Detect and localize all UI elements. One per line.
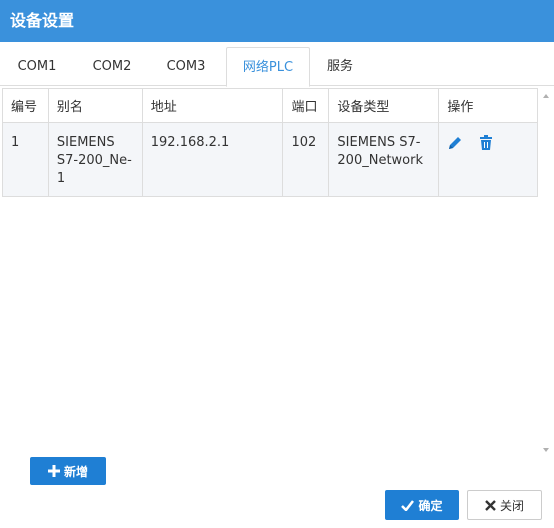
header-actions: 操作 [438, 88, 538, 123]
close-button[interactable]: 关闭 [467, 490, 542, 520]
cell-actions [438, 122, 538, 197]
close-icon [485, 499, 496, 511]
cell-device-type: SIEMENS S7-200_Network [328, 122, 440, 197]
header-id: 编号 [2, 88, 49, 123]
plus-icon [47, 465, 60, 477]
tab-bar: COM1 COM2 COM3 网络PLC 服务 [0, 47, 554, 87]
add-button[interactable]: 新增 [30, 457, 106, 485]
table-row[interactable]: 1 SIEMENS S7-200_Ne-1 192.168.2.1 102 SI… [2, 122, 538, 197]
cell-address: 192.168.2.1 [141, 122, 284, 197]
vertical-scrollbar[interactable] [540, 88, 552, 460]
scroll-down-arrow-icon[interactable] [543, 448, 549, 452]
tab-com2[interactable]: COM2 [82, 47, 142, 86]
close-button-label: 关闭 [499, 498, 524, 513]
add-button-label: 新增 [63, 464, 88, 479]
ok-button[interactable]: 确定 [385, 490, 459, 520]
device-table: 编号 别名 地址 端口 设备类型 操作 1 SIEMENS S7-200_Ne-… [2, 88, 538, 197]
cell-id: 1 [2, 122, 49, 197]
cell-alias: SIEMENS S7-200_Ne-1 [47, 122, 143, 197]
header-port: 端口 [282, 88, 330, 123]
cell-port: 102 [282, 122, 330, 197]
trash-icon[interactable] [479, 134, 497, 152]
tab-com1[interactable]: COM1 [7, 47, 67, 86]
tab-service[interactable]: 服务 [315, 47, 365, 86]
device-grid: 编号 别名 地址 端口 设备类型 操作 1 SIEMENS S7-200_Ne-… [2, 88, 552, 460]
pencil-icon[interactable] [447, 134, 465, 152]
tab-com3[interactable]: COM3 [156, 47, 216, 86]
header-device-type: 设备类型 [328, 88, 440, 123]
tab-network-plc[interactable]: 网络PLC [226, 47, 310, 87]
check-icon [401, 499, 415, 511]
header-address: 地址 [141, 88, 284, 123]
header-alias: 别名 [47, 88, 143, 123]
table-header-row: 编号 别名 地址 端口 设备类型 操作 [2, 88, 538, 123]
ok-button-label: 确定 [418, 498, 443, 513]
scroll-up-arrow-icon[interactable] [543, 94, 549, 98]
dialog-title: 设备设置 [0, 0, 554, 42]
